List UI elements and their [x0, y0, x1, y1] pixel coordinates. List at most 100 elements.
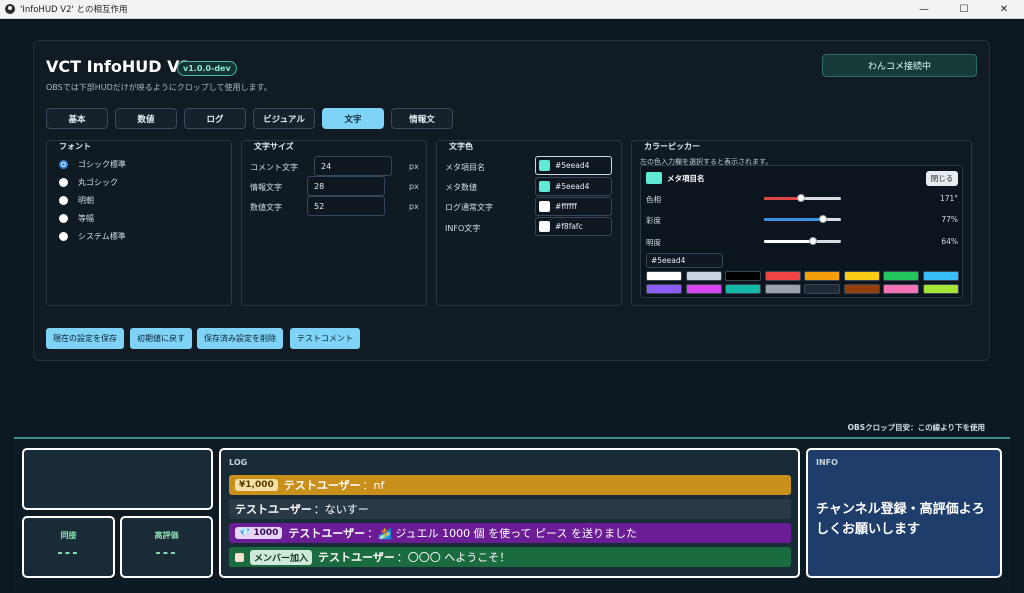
- picker-close-button[interactable]: 閉じる: [926, 171, 958, 186]
- tab-basic[interactable]: 基本: [46, 108, 108, 129]
- radio[interactable]: [59, 196, 68, 205]
- font-group-title: フォント: [59, 142, 91, 151]
- window-title: 'InfoHUD V2' との相互作用: [20, 5, 128, 15]
- log-entry-gift: 💎 1000 テストユーザー ：🏄 ジュエル 1000 個 を使って ピース を…: [229, 523, 791, 543]
- meta-value-color-label: メタ数値: [445, 183, 477, 192]
- meta-name-color-label: メタ項目名: [445, 163, 485, 172]
- saturation-slider-fill: [764, 218, 824, 221]
- preset-color-swatch[interactable]: [764, 284, 801, 294]
- delete-saved-button[interactable]: 保存済み設定を削除: [197, 328, 283, 349]
- radio[interactable]: [59, 178, 68, 187]
- log-text: ：〇〇〇 へようこそ！: [396, 551, 511, 564]
- log-chip: メンバー加入: [250, 549, 313, 565]
- log-user-name: テストユーザー: [283, 479, 361, 492]
- hud-viewers-box: 同接 ---: [22, 516, 115, 578]
- lightness-slider[interactable]: [764, 237, 841, 245]
- hue-slider-knob[interactable]: [796, 194, 805, 202]
- number-size-input[interactable]: 52: [307, 196, 385, 216]
- version-badge: v1.0.0-dev: [177, 61, 237, 76]
- preset-color-swatch[interactable]: [883, 284, 919, 294]
- hud-info-box: INFO チャンネル登録・高評価よろしくお願いします: [806, 448, 1002, 578]
- font-option-system[interactable]: システム標準: [59, 231, 126, 242]
- preset-color-swatch[interactable]: [725, 284, 761, 294]
- info-text-color-input[interactable]: #f8fafc: [535, 217, 612, 236]
- connection-status-button[interactable]: わんコメ接続中: [822, 54, 977, 77]
- app-title: VCT InfoHUD V2: [46, 57, 191, 76]
- preset-color-swatch[interactable]: [922, 284, 959, 294]
- font-option-mincho[interactable]: 明朝: [59, 195, 94, 206]
- lightness-slider-fill: [764, 240, 814, 243]
- preset-color-swatch[interactable]: [725, 271, 761, 281]
- reset-defaults-button[interactable]: 初期値に戻す: [130, 328, 192, 349]
- maximize-button[interactable]: ☐: [944, 0, 984, 19]
- font-option-mono[interactable]: 等幅: [59, 213, 94, 224]
- color-swatch: [539, 201, 550, 212]
- hue-value: 171°: [939, 194, 958, 203]
- member-icon: [235, 552, 244, 562]
- font-option-gothic[interactable]: ゴシック標準: [59, 159, 126, 170]
- font-group: フォント ゴシック標準 丸ゴシック 明朝 等幅 システム標準: [46, 140, 232, 306]
- save-settings-button[interactable]: 現在の設定を保存: [46, 328, 124, 349]
- radio[interactable]: [59, 214, 68, 223]
- font-option-rounded[interactable]: 丸ゴシック: [59, 177, 118, 188]
- font-option-label: システム標準: [78, 232, 126, 241]
- info-size-input[interactable]: 28: [307, 176, 385, 196]
- preset-color-swatch[interactable]: [646, 284, 682, 294]
- log-entry-comment: テストユーザー ：ないすー: [229, 499, 791, 519]
- picker-target-label: メタ項目名: [667, 174, 705, 183]
- window-titlebar: 'InfoHUD V2' との相互作用 — ☐ ✕: [0, 0, 1024, 19]
- viewers-value: ---: [57, 546, 80, 561]
- preset-color-swatch[interactable]: [685, 284, 722, 294]
- radio-checked[interactable]: [59, 160, 68, 169]
- log-text-color-row: ログ通常文字: [445, 202, 493, 213]
- tab-log[interactable]: ログ: [184, 108, 246, 129]
- number-size-label: 数値文字: [250, 203, 282, 212]
- close-window-button[interactable]: ✕: [984, 0, 1024, 19]
- color-picker-title: カラーピッカー: [644, 142, 700, 151]
- meta-value-color-input[interactable]: #5eead4: [535, 177, 612, 196]
- preset-color-swatch[interactable]: [804, 271, 840, 281]
- info-text-color-label: INFO文字: [445, 224, 481, 233]
- info-text-color-row: INFO文字: [445, 223, 480, 234]
- info-text: チャンネル登録・高評価よろしくお願いします: [816, 502, 985, 537]
- log-text-color-input[interactable]: #ffffff: [535, 197, 612, 216]
- picker-hex-input[interactable]: #5eead4: [646, 253, 723, 268]
- hud-likes-box: 高評価 ---: [120, 516, 213, 578]
- preset-color-swatch[interactable]: [843, 271, 880, 281]
- hue-label: 色相: [646, 195, 661, 204]
- preset-color-swatch[interactable]: [843, 284, 880, 294]
- radio[interactable]: [59, 232, 68, 241]
- color-picker-box: メタ項目名 閉じる 色相 171° 彩度 77% 明度 64% #5eead4: [640, 165, 963, 298]
- log-text: ：nf: [362, 479, 385, 492]
- saturation-slider[interactable]: [764, 215, 841, 223]
- preset-color-swatch[interactable]: [922, 271, 959, 281]
- lightness-value: 64%: [941, 237, 958, 246]
- lightness-slider-knob[interactable]: [809, 237, 818, 245]
- log-text: ：🏄 ジュエル 1000 個 を使って ピース を送りました: [367, 527, 637, 540]
- comment-size-input[interactable]: 24: [314, 156, 392, 176]
- saturation-value: 77%: [941, 215, 958, 224]
- tab-text[interactable]: 文字: [322, 108, 384, 129]
- saturation-slider-knob[interactable]: [819, 215, 828, 223]
- log-chip: ¥1,000: [235, 479, 278, 491]
- preset-color-swatch[interactable]: [883, 271, 919, 281]
- tab-visual[interactable]: ビジュアル: [253, 108, 315, 129]
- tab-info-text[interactable]: 情報文: [391, 108, 453, 129]
- hud-log-box: LOG ¥1,000 テストユーザー ：nf テストユーザー ：ないすー 💎 1…: [219, 448, 800, 578]
- color-swatch: [539, 221, 550, 232]
- comment-size-unit: px: [409, 162, 419, 171]
- hud-blank-box: [22, 448, 213, 510]
- color-value: #ffffff: [555, 202, 577, 211]
- test-comment-button[interactable]: テストコメント: [290, 328, 360, 349]
- meta-name-color-input[interactable]: #5eead4: [535, 156, 612, 175]
- preset-color-swatch[interactable]: [764, 271, 801, 281]
- preset-color-swatch[interactable]: [685, 271, 722, 281]
- minimize-button[interactable]: —: [904, 0, 944, 19]
- tab-bar: 基本 数値 ログ ビジュアル 文字 情報文: [46, 108, 453, 129]
- hue-slider[interactable]: [764, 194, 841, 202]
- preset-color-swatch[interactable]: [804, 284, 840, 294]
- lightness-label: 明度: [646, 238, 661, 247]
- preset-color-swatch[interactable]: [646, 271, 682, 281]
- text-color-group-title: 文字色: [449, 142, 473, 151]
- tab-numbers[interactable]: 数値: [115, 108, 177, 129]
